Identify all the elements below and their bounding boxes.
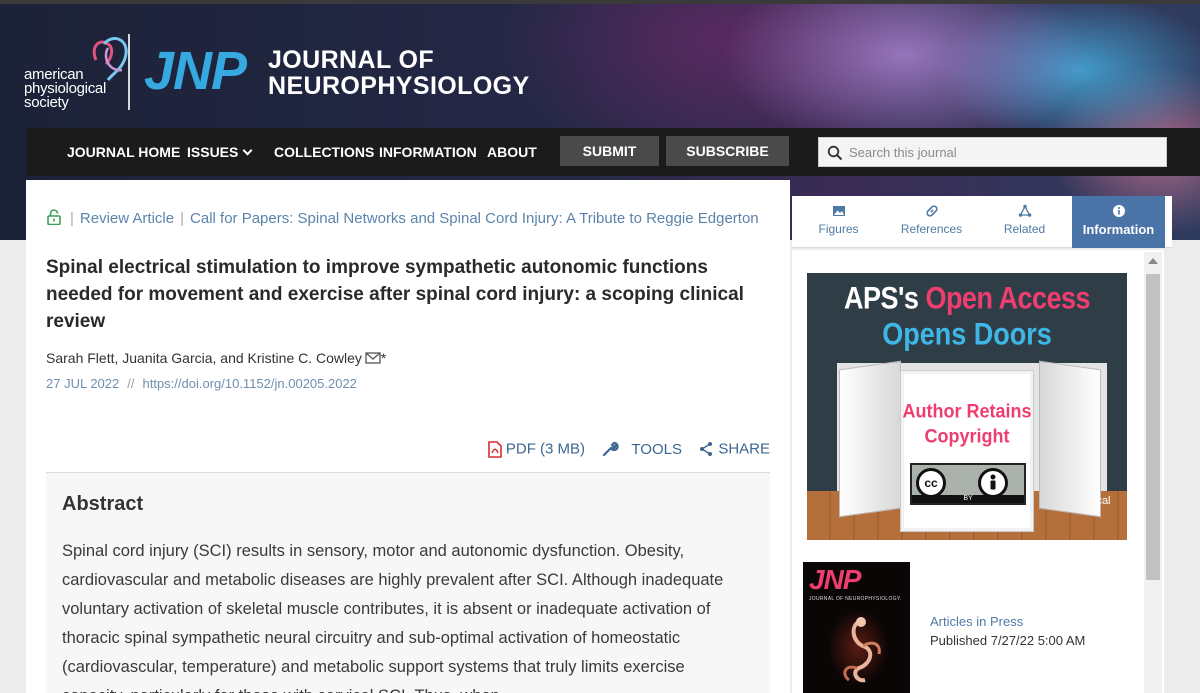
cc-icon: cc [916,468,946,498]
pdf-label: PDF (3 MB) [505,440,586,458]
nav-issues-label: ISSUES [187,144,239,160]
ad-author-line: Author Retains [902,399,1032,422]
doi-link[interactable]: https://doi.org/10.1152/jn.00205.2022 [142,376,356,391]
articles-in-press-link[interactable]: Articles in Press [930,614,1023,629]
submit-button[interactable]: SUBMIT [560,136,659,166]
abstract-section: Abstract Spinal cord injury (SCI) result… [46,473,770,693]
share-label: SHARE [718,440,770,458]
nav-information[interactable]: INFORMATION [379,128,477,176]
aps-text-line: society [24,94,69,111]
door-left-icon [839,360,901,518]
main-nav: JOURNAL HOME ISSUES COLLECTIONS INFORMAT… [26,128,1200,176]
authors-text[interactable]: Sarah Flett, Juanita Garcia, and Kristin… [46,350,362,366]
date-separator: // [127,376,135,391]
cc-by-badge: cc BY [910,463,1026,505]
journal-name-line: JOURNAL OF [268,46,435,74]
tab-figures[interactable]: Figures [792,196,885,248]
ad-side-fragment: ical [1094,495,1111,507]
mail-icon[interactable] [365,352,381,364]
lock-open-icon [47,209,61,225]
publication-date: 27 JUL 2022 [46,376,120,391]
tab-label: Figures [818,222,859,236]
publication-timestamp: Published 7/27/22 5:00 AM [930,633,1086,648]
cover-subtitle: JOURNAL OF NEUROPHYSIOLOGY. [809,596,902,602]
nav-collections[interactable]: COLLECTIONS [274,128,374,176]
jnp-logo[interactable]: JNP [144,40,247,102]
person-glyph-icon [990,474,996,490]
tools-label: TOOLS [631,440,682,458]
network-icon [1018,204,1031,217]
search-box [818,137,1167,167]
person-icon [978,468,1008,498]
image-icon [832,206,845,216]
ad-author-line: Copyright [924,425,1010,448]
door-right-icon [1039,360,1101,518]
abstract-text: Spinal cord injury (SCI) results in sens… [62,542,724,693]
ad-headline-1: APS's Open Access [807,281,1127,317]
aps-logo[interactable]: american physiological society [24,34,128,114]
nav-about[interactable]: ABOUT [487,128,537,176]
article-title: Spinal electrical stimulation to improve… [46,257,744,332]
ad-doorway [901,371,1033,531]
tab-information[interactable]: Information [1072,196,1165,248]
nav-journal-home[interactable]: JOURNAL HOME [67,128,180,176]
call-for-papers-link[interactable]: Call for Papers: Spinal Networks and Spi… [190,210,759,227]
nav-issues[interactable]: ISSUES [187,128,253,176]
browser-top-strip [0,0,1200,4]
chevron-down-icon [242,145,253,156]
ad-headline-1a: APS's [843,280,926,316]
cover-neuron-image-icon [843,617,881,683]
logo-divider [128,34,130,110]
scroll-up-arrow-icon[interactable] [1148,258,1158,264]
pdf-button[interactable]: PDF (3 MB) [487,440,586,458]
meta-separator: | [180,210,185,227]
meta-separator: | [70,210,74,227]
subscribe-button[interactable]: SUBSCRIBE [666,136,789,166]
sidebar-tabs: Figures References Related Information [792,196,1172,248]
article-tools: PDF (3 MB) TOOLS SHARE [476,440,770,462]
scroll-thumb[interactable] [1146,274,1160,580]
ad-headline-1b: Open Access [925,280,1091,316]
share-icon [700,442,713,457]
date-doi-line: 27 JUL 2022 // https://doi.org/10.1152/jn.… [46,376,357,391]
aps-logo-text: american physiological society [24,67,106,111]
journal-name[interactable]: JOURNAL OF NEUROPHYSIOLOGY [268,47,530,99]
cc-by-label: BY [912,495,1024,503]
tab-label: Information [1082,222,1155,237]
author-list: Sarah Flett, Juanita Garcia, and Kristin… [46,350,386,366]
sidebar-scrollbar[interactable] [1144,252,1162,693]
tab-references[interactable]: References [885,196,978,248]
tab-label: References [900,222,963,236]
search-icon[interactable] [827,145,843,161]
pdf-icon [487,440,502,458]
tab-label: Related [1003,222,1046,236]
tools-button[interactable]: TOOLS [601,440,682,458]
journal-name-line: NEUROPHYSIOLOGY [268,72,530,100]
share-button[interactable]: SHARE [698,440,770,458]
open-access-ad[interactable]: APS's Open Access Opens Doors Author Ret… [807,273,1127,540]
article-meta-line: | Review Article | Call for Papers: Spinal … [46,208,766,230]
info-icon [1112,205,1125,217]
article-type-link[interactable]: Review Article [80,210,174,227]
search-input[interactable] [849,138,1161,166]
tab-related[interactable]: Related [978,196,1071,248]
abstract-heading: Abstract [62,493,144,515]
article-card: | Review Article | Call for Papers: Spinal … [26,180,790,693]
link-icon [925,205,938,217]
wrench-icon [603,441,619,457]
ad-headline-2: Opens Doors [882,316,1052,352]
cover-logo: JNP [809,564,861,595]
corresponding-author-mark: * [380,350,387,366]
journal-cover-thumbnail[interactable]: JNP JOURNAL OF NEUROPHYSIOLOGY. [803,562,910,693]
ad-author-copyright: Author Retains Copyright [901,399,1033,450]
